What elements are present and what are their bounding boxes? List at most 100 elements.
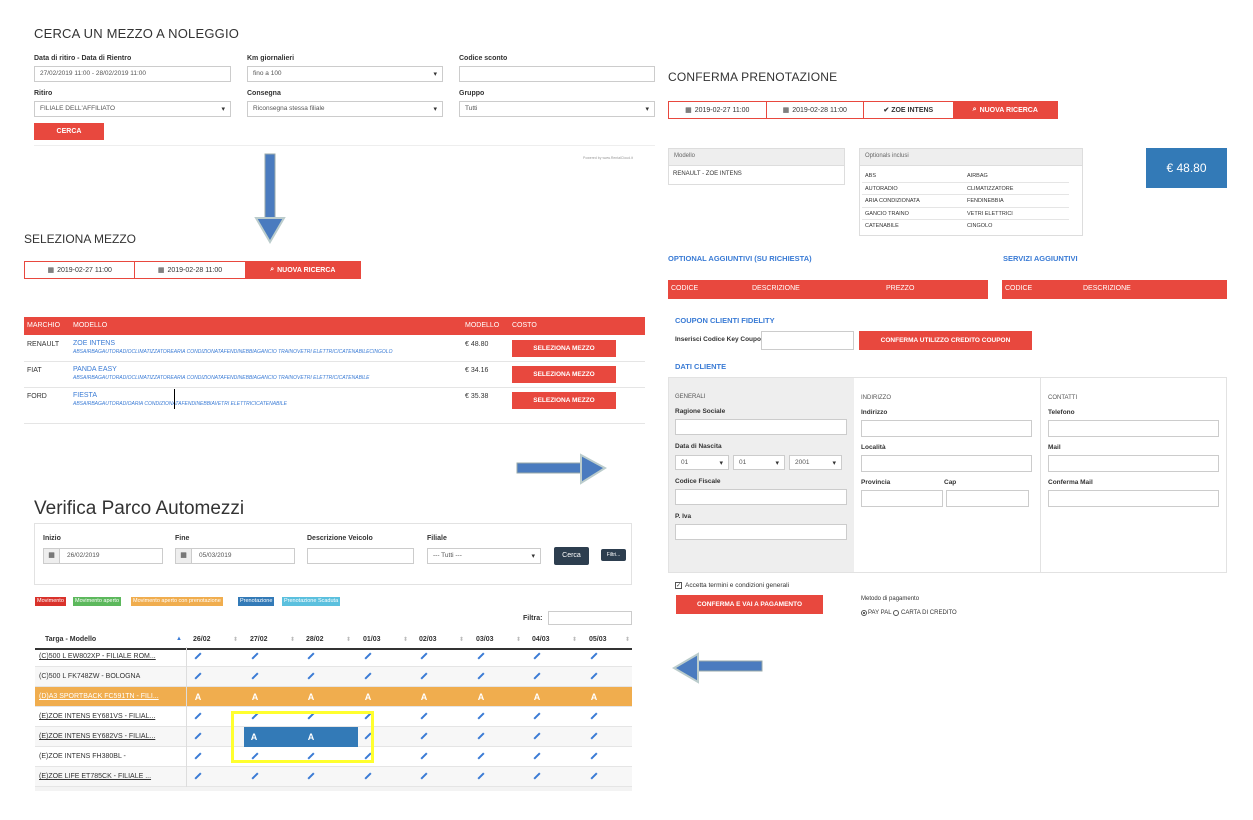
edit-icon[interactable] <box>532 672 540 680</box>
edit-icon[interactable] <box>532 712 540 720</box>
vehicle-link[interactable]: (E)ZOE INTENS EY681VS - FILIAL... <box>39 713 155 720</box>
booking-icon[interactable]: A <box>250 692 260 702</box>
edit-icon[interactable] <box>532 652 540 660</box>
sort-asc-icon[interactable]: ▲ <box>176 636 182 642</box>
vehicle-model[interactable]: ZOE INTENS <box>73 340 115 347</box>
edit-icon[interactable] <box>589 652 597 660</box>
edit-icon[interactable] <box>532 752 540 760</box>
sort-icon[interactable]: ⬍ <box>625 636 630 643</box>
day-header[interactable]: 05/03 <box>589 636 607 643</box>
edit-icon[interactable] <box>306 772 314 780</box>
vehicle-link[interactable]: (C)500 L EW802XP - FILIALE ROM... <box>39 653 156 660</box>
return-select[interactable]: Riconsegna stessa filiale <box>247 101 443 117</box>
day-header[interactable]: 04/03 <box>532 636 550 643</box>
confirm-mail-input[interactable] <box>1048 490 1219 507</box>
edit-icon[interactable] <box>306 672 314 680</box>
day-header[interactable]: 03/03 <box>476 636 494 643</box>
edit-icon[interactable] <box>193 672 201 680</box>
vehicle-model[interactable]: FIESTA <box>73 392 97 399</box>
edit-icon[interactable] <box>363 652 371 660</box>
edit-icon[interactable] <box>419 752 427 760</box>
select-vehicle-button[interactable]: SELEZIONA MEZZO <box>512 366 616 383</box>
terms-checkbox[interactable]: ✓ <box>675 582 682 589</box>
tax-code-input[interactable] <box>675 489 847 505</box>
mail-input[interactable] <box>1048 455 1219 472</box>
discount-input[interactable] <box>459 66 655 82</box>
edit-icon[interactable] <box>419 672 427 680</box>
booking-icon[interactable]: A <box>532 692 542 702</box>
edit-icon[interactable] <box>363 772 371 780</box>
edit-icon[interactable] <box>476 752 484 760</box>
booking-icon[interactable]: A <box>306 692 316 702</box>
filters-button[interactable]: Filtri... <box>601 549 626 561</box>
group-select[interactable]: Tutti <box>459 101 655 117</box>
edit-icon[interactable] <box>589 712 597 720</box>
edit-icon[interactable] <box>419 712 427 720</box>
edit-icon[interactable] <box>476 672 484 680</box>
edit-icon[interactable] <box>419 772 427 780</box>
vehicle-link[interactable]: (C)500 L FK748ZW - BOLOGNA <box>39 673 140 680</box>
fleet-search-button[interactable]: Cerca <box>554 547 589 565</box>
zip-input[interactable] <box>946 490 1029 507</box>
sort-icon[interactable]: ⬍ <box>290 636 295 643</box>
phone-input[interactable] <box>1048 420 1219 437</box>
search-button[interactable]: CERCA <box>34 123 104 140</box>
booking-icon[interactable]: A <box>363 692 373 702</box>
edit-icon[interactable] <box>476 732 484 740</box>
day-header[interactable]: 02/03 <box>419 636 437 643</box>
birth-day-select[interactable]: 01 <box>675 455 729 470</box>
col-vehicle[interactable]: Targa - Modello <box>45 636 96 643</box>
filter-input[interactable] <box>548 611 632 625</box>
edit-icon[interactable] <box>193 752 201 760</box>
edit-icon[interactable] <box>532 772 540 780</box>
booking-icon[interactable]: A <box>589 692 599 702</box>
branch-select[interactable]: --- Tutti --- <box>427 548 541 564</box>
new-search-button[interactable]: ⌕ NUOVA RICERCA <box>953 102 1058 118</box>
company-input[interactable] <box>675 419 847 435</box>
day-header[interactable]: 26/02 <box>193 636 211 643</box>
address-input[interactable] <box>861 420 1032 437</box>
edit-icon[interactable] <box>532 732 540 740</box>
city-input[interactable] <box>861 455 1032 472</box>
edit-icon[interactable] <box>589 752 597 760</box>
edit-icon[interactable] <box>419 732 427 740</box>
sort-icon[interactable]: ⬍ <box>233 636 238 643</box>
edit-icon[interactable] <box>589 772 597 780</box>
vehicle-link[interactable]: (E)ZOE INTENS FH380BL - <box>39 753 126 760</box>
new-search-button[interactable]: ⌕ NUOVA RICERCA <box>245 262 360 278</box>
sort-icon[interactable]: ⬍ <box>459 636 464 643</box>
day-header[interactable]: 28/02 <box>306 636 324 643</box>
description-input[interactable] <box>307 548 414 564</box>
edit-icon[interactable] <box>476 652 484 660</box>
edit-icon[interactable] <box>476 772 484 780</box>
edit-icon[interactable] <box>193 772 201 780</box>
birth-year-select[interactable]: 2001 <box>789 455 842 470</box>
card-radio[interactable] <box>893 610 899 616</box>
dates-input[interactable]: 27/02/2019 11:00 - 28/02/2019 11:00 <box>34 66 231 82</box>
sort-icon[interactable]: ⬍ <box>346 636 351 643</box>
paypal-radio[interactable] <box>861 610 867 616</box>
edit-icon[interactable] <box>476 712 484 720</box>
vehicle-link[interactable]: (E)ZOE INTENS EY682VS - FILIAL... <box>39 733 155 740</box>
booking-icon[interactable]: A <box>193 692 203 702</box>
edit-icon[interactable] <box>193 732 201 740</box>
birth-month-select[interactable]: 01 <box>733 455 785 470</box>
end-input[interactable]: 05/03/2019 <box>175 548 295 564</box>
edit-icon[interactable] <box>589 732 597 740</box>
confirm-payment-button[interactable]: CONFERMA E VAI A PAGAMENTO <box>676 595 823 614</box>
edit-icon[interactable] <box>193 712 201 720</box>
province-input[interactable] <box>861 490 943 507</box>
edit-icon[interactable] <box>589 672 597 680</box>
edit-icon[interactable] <box>306 652 314 660</box>
sort-icon[interactable]: ⬍ <box>403 636 408 643</box>
vehicle-link[interactable]: (D)A3 SPORTBACK FC591TN - FILI... <box>39 693 159 700</box>
select-vehicle-button[interactable]: SELEZIONA MEZZO <box>512 392 616 409</box>
sort-icon[interactable]: ⬍ <box>572 636 577 643</box>
vehicle-link[interactable]: (E)ZOE LIFE ET785CK - FILIALE ... <box>39 773 151 780</box>
coupon-input[interactable] <box>761 331 854 350</box>
edit-icon[interactable] <box>363 672 371 680</box>
coupon-confirm-button[interactable]: CONFERMA UTILIZZO CREDITO COUPON <box>859 331 1032 350</box>
edit-icon[interactable] <box>250 672 258 680</box>
edit-icon[interactable] <box>419 652 427 660</box>
start-input[interactable]: 26/02/2019 <box>43 548 163 564</box>
